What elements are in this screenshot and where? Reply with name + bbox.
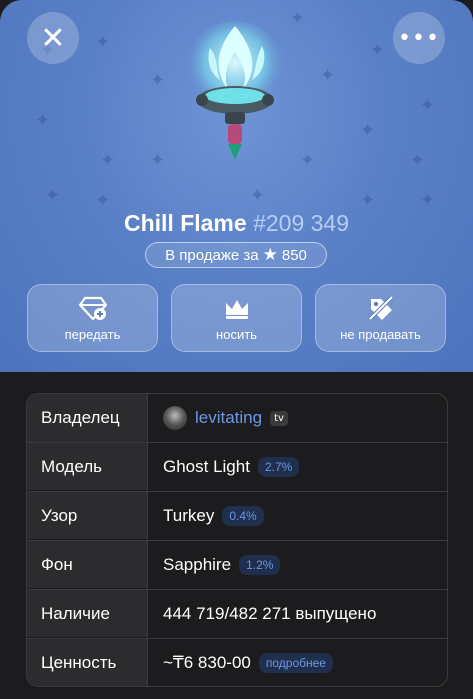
pattern-value: Turkey <box>163 505 215 525</box>
pattern-rarity-badge[interactable]: 0.4% <box>222 505 264 526</box>
pattern-key: Узор <box>27 492 148 539</box>
unlist-button[interactable]: не продавать <box>315 284 446 352</box>
crown-icon <box>225 299 248 319</box>
value-amount: ~₸6 830-00 <box>163 652 251 672</box>
value-key: Ценность <box>27 639 148 686</box>
wear-label: носить <box>216 326 257 342</box>
owner-row: Владелец levitating tv <box>27 394 447 442</box>
close-icon: ✕ <box>40 20 66 56</box>
sale-price-pill[interactable]: В продаже за ★ 850 <box>145 242 327 268</box>
availability-value: 444 719/482 271 выпущено <box>163 603 377 623</box>
gift-title: Chill Flame #209 349 <box>0 210 473 237</box>
unlist-label: не продавать <box>340 326 421 342</box>
sale-price: 850 <box>281 246 307 264</box>
availability-row: Наличие 444 719/482 271 выпущено <box>27 589 447 637</box>
tag-off-icon <box>368 295 393 320</box>
star-icon: ★ <box>262 245 278 265</box>
sale-label: В продаже за <box>165 246 259 264</box>
flame-torch-icon <box>183 21 287 160</box>
transfer-button[interactable]: передать <box>27 284 158 352</box>
wear-button[interactable]: носить <box>171 284 302 352</box>
backdrop-row: Фон Sapphire 1.2% <box>27 540 447 588</box>
availability-key: Наличие <box>27 590 148 637</box>
value-more-badge[interactable]: подробнее <box>258 652 333 673</box>
backdrop-value: Sapphire <box>163 554 232 574</box>
model-rarity-badge[interactable]: 2.7% <box>257 456 300 477</box>
gift-number: #209 349 <box>253 210 350 236</box>
owner-value-cell: levitating tv <box>163 394 288 442</box>
gift-header: ✦ ✦ ✦ ✦ ✦ ✦ ✦ ✦ ✦ ✦ ✦ ✦ ✦ ✦ ✦ ✦ ✦ ✦ ✕ ••… <box>0 0 473 372</box>
more-button[interactable]: ••• <box>393 12 445 64</box>
gift-name: Chill Flame <box>123 210 247 236</box>
backdrop-key: Фон <box>27 541 148 588</box>
avatar[interactable] <box>163 406 187 430</box>
more-icon: ••• <box>398 25 440 51</box>
owner-link[interactable]: levitating <box>195 408 262 428</box>
value-row: Ценность ~₸6 830-00 подробнее <box>27 638 447 686</box>
gift-transfer-icon <box>78 296 107 320</box>
apple-tv-badge: tv <box>270 410 288 426</box>
model-key: Модель <box>27 443 148 490</box>
model-value: Ghost Light <box>163 456 250 476</box>
gift-details-table: Владелец levitating tv Модель Ghost Ligh… <box>26 393 448 687</box>
pattern-row: Узор Turkey 0.4% <box>27 491 447 539</box>
transfer-label: передать <box>64 326 121 342</box>
owner-key: Владелец <box>27 394 148 442</box>
backdrop-rarity-badge[interactable]: 1.2% <box>239 554 281 575</box>
close-button[interactable]: ✕ <box>27 12 79 64</box>
model-row: Модель Ghost Light 2.7% <box>27 442 447 490</box>
